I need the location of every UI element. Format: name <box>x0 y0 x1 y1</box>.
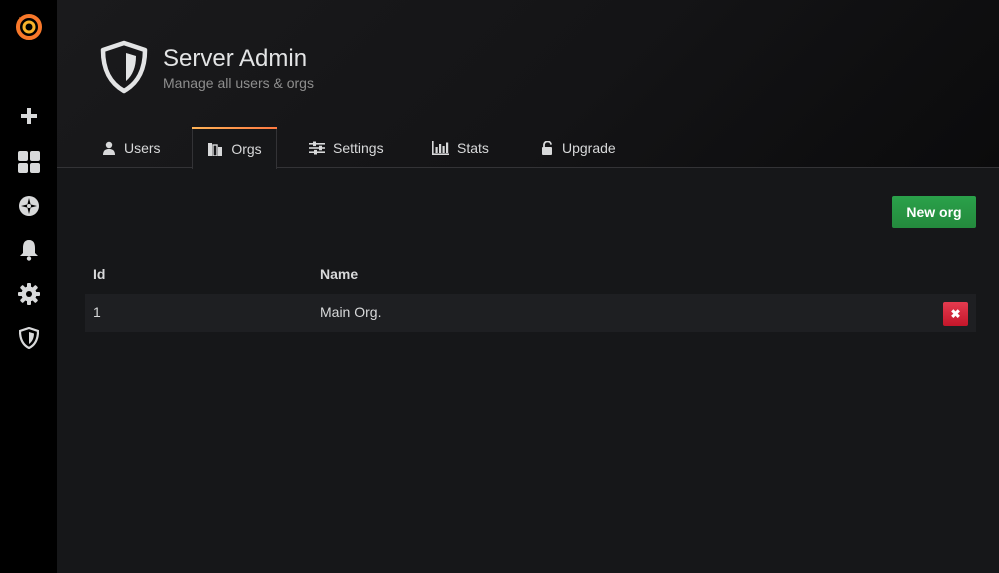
tab-upgrade[interactable]: Upgrade <box>541 127 616 168</box>
tab-label: Stats <box>457 139 489 156</box>
tab-users[interactable]: Users <box>102 127 161 168</box>
new-org-button[interactable]: New org <box>892 196 976 228</box>
grafana-logo-icon[interactable] <box>0 7 57 47</box>
sliders-icon <box>309 141 325 155</box>
app-root: Server Admin Manage all users & orgs Use… <box>0 0 999 573</box>
tab-orgs[interactable]: Orgs <box>192 127 277 169</box>
user-icon <box>102 141 116 155</box>
shield-icon <box>100 40 148 99</box>
tab-label: Settings <box>333 139 384 156</box>
bell-alerting-icon[interactable] <box>0 230 57 270</box>
column-header-name[interactable]: Name <box>320 266 358 282</box>
gear-configuration-icon[interactable] <box>0 274 57 314</box>
tab-label: Orgs <box>231 141 262 157</box>
close-icon: ✖ <box>950 307 961 321</box>
shield-server-admin-icon[interactable] <box>0 318 57 358</box>
compass-explore-icon[interactable] <box>0 186 57 226</box>
delete-org-button[interactable]: ✖ <box>943 302 968 326</box>
dashboards-grid-icon[interactable] <box>0 142 57 182</box>
tab-settings[interactable]: Settings <box>309 127 384 168</box>
table-row[interactable] <box>85 294 976 332</box>
column-header-id[interactable]: Id <box>93 266 105 282</box>
bar-chart-icon <box>432 140 449 155</box>
tab-label: Upgrade <box>562 139 616 156</box>
tab-label: Users <box>124 139 161 156</box>
page-title: Server Admin <box>163 45 308 72</box>
page-subtitle: Manage all users & orgs <box>163 75 314 91</box>
building-icon <box>207 142 223 156</box>
unlock-icon <box>541 140 554 155</box>
plus-icon[interactable] <box>0 96 57 136</box>
org-name-cell[interactable]: Main Org. <box>320 304 381 320</box>
tab-stats[interactable]: Stats <box>432 127 489 168</box>
sidebar <box>0 0 57 573</box>
org-id-cell[interactable]: 1 <box>93 304 101 320</box>
